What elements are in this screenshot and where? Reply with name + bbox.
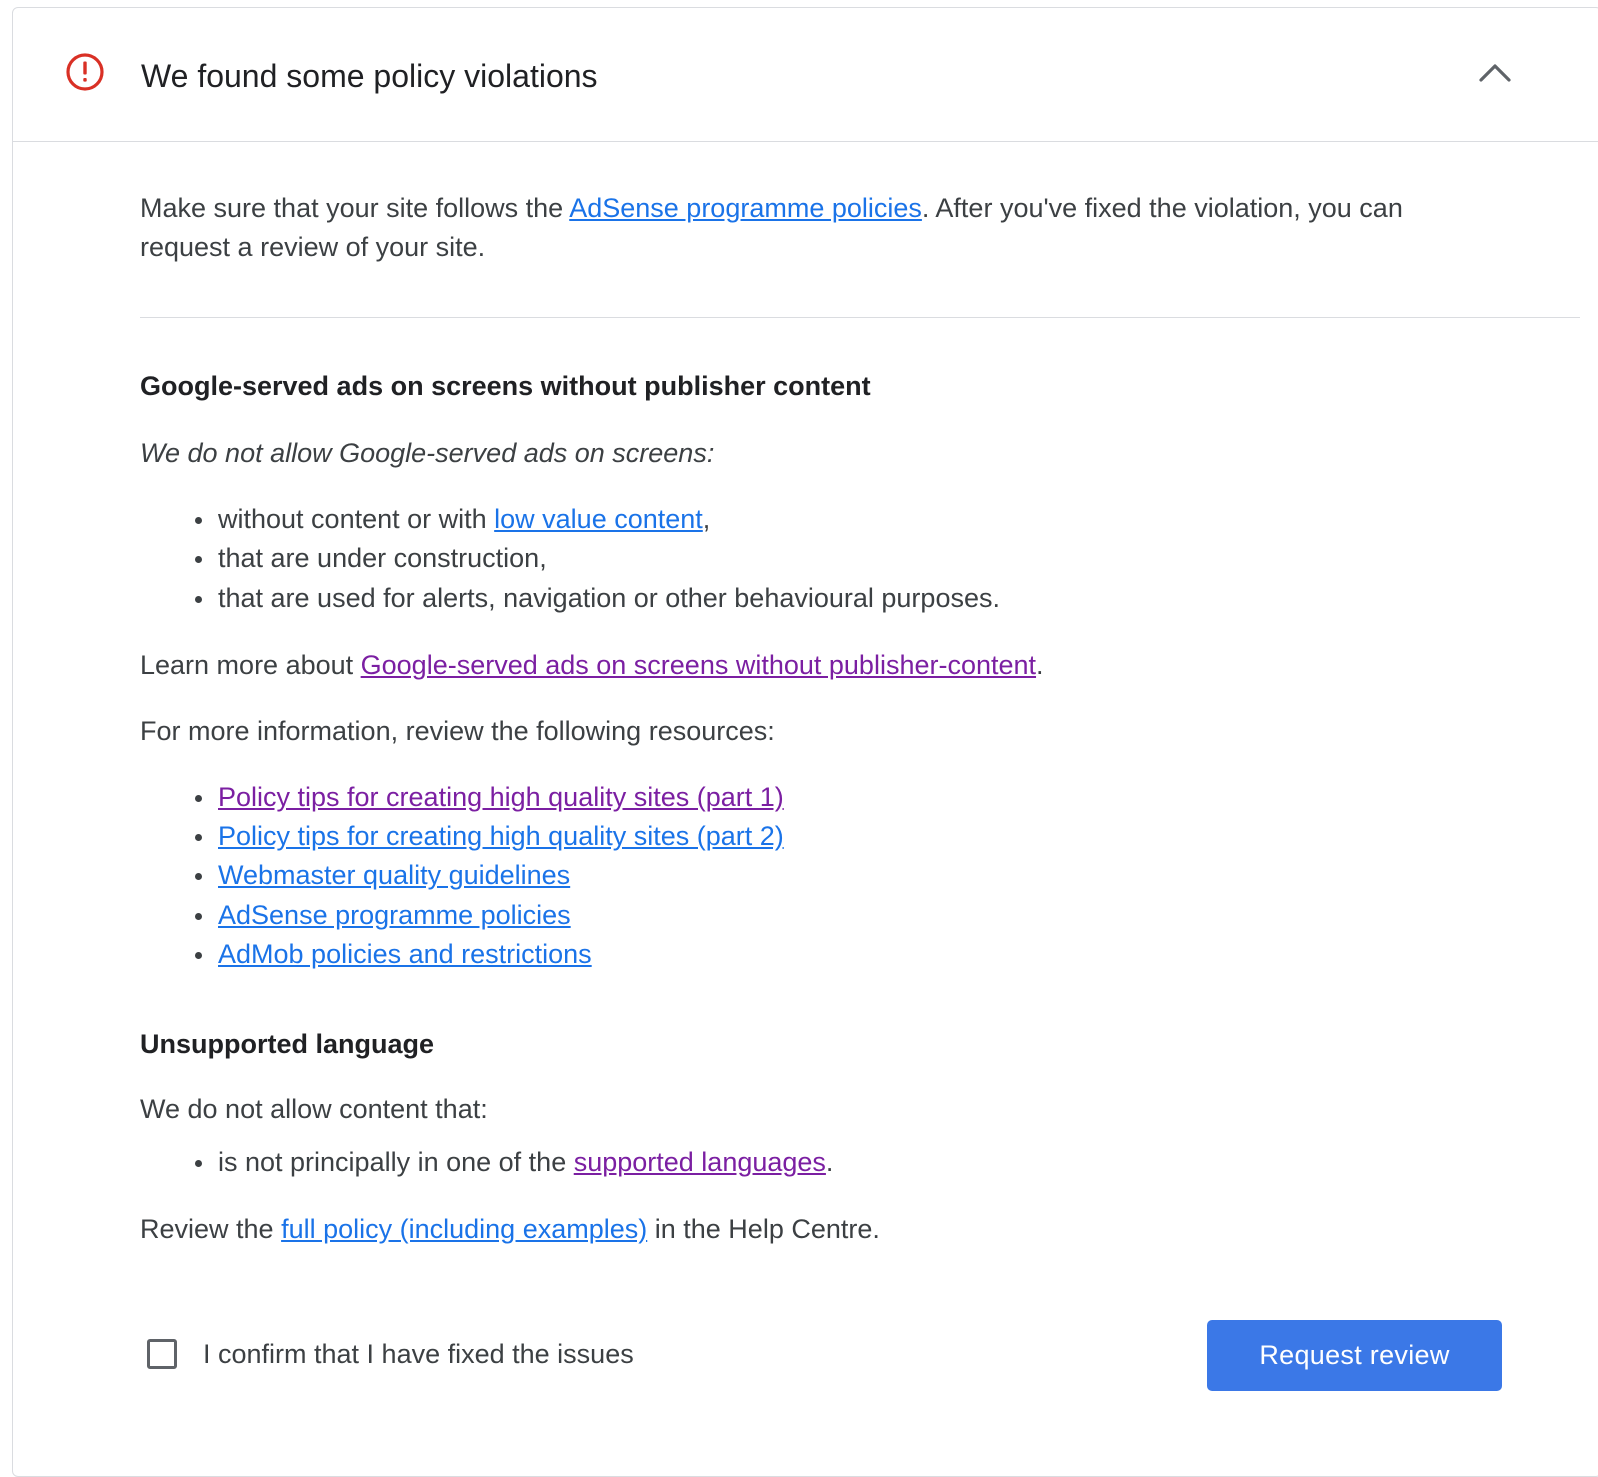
learn-more-text: Learn more about Google-served ads on sc… <box>140 646 1580 685</box>
list-item: AdSense programme policies <box>195 896 1580 935</box>
divider <box>140 317 1580 318</box>
violation-bullet-list: is not principally in one of the support… <box>140 1143 1580 1182</box>
bullet-text: is not principally in one of the <box>218 1147 574 1178</box>
resource-link-quality-part-1[interactable]: Policy tips for creating high quality si… <box>218 782 784 812</box>
violation-lead: We do not allow Google-served ads on scr… <box>140 438 715 468</box>
bullet-text-after: , <box>702 504 711 534</box>
resources-intro: For more information, review the followi… <box>140 715 775 746</box>
violation-title: Google-served ads on screens without pub… <box>140 371 871 401</box>
intro-text: Make sure that your site follows the AdS… <box>140 189 1490 267</box>
resource-link-admob-policies[interactable]: AdMob policies and restrictions <box>218 939 592 969</box>
resources-list: Policy tips for creating high quality si… <box>140 778 1580 974</box>
adsense-policies-link[interactable]: AdSense programme policies <box>569 193 922 223</box>
list-item: that are used for alerts, navigation or … <box>195 579 1580 618</box>
list-item: Policy tips for creating high quality si… <box>195 778 1580 817</box>
review-policy-text: Review the full policy (including exampl… <box>140 1210 1580 1249</box>
panel-title: We found some policy violations <box>141 58 598 94</box>
chevron-up-icon[interactable] <box>1471 52 1519 92</box>
confirm-fixed-label[interactable]: I confirm that I have fixed the issues <box>203 1336 634 1372</box>
low-value-content-link[interactable]: low value content <box>494 504 703 534</box>
bullet-text-after: . <box>825 1147 834 1178</box>
full-policy-link[interactable]: full policy (including examples) <box>281 1214 647 1244</box>
violation-title: Unsupported language <box>140 1029 435 1060</box>
panel-header[interactable]: We found some policy violations <box>13 8 1598 142</box>
list-item: without content or with low value conten… <box>195 500 1580 539</box>
list-item: that are under construction, <box>195 539 1580 578</box>
learn-more-after: . <box>1036 649 1044 680</box>
bullet-text: without content or with <box>218 504 495 534</box>
supported-languages-link[interactable]: supported languages <box>574 1147 826 1177</box>
resource-link-webmaster-guidelines[interactable]: Webmaster quality guidelines <box>218 860 570 890</box>
panel-content: Make sure that your site follows the AdS… <box>140 141 1580 1249</box>
list-item: Webmaster quality guidelines <box>195 856 1580 895</box>
error-icon <box>65 52 105 92</box>
request-review-button[interactable]: Request review <box>1207 1320 1502 1391</box>
intro-text-before: Make sure that your site follows the <box>140 193 570 223</box>
review-before: Review the <box>140 1213 282 1244</box>
panel-footer: I confirm that I have fixed the issues R… <box>13 1320 1598 1392</box>
learn-more-before: Learn more about <box>140 649 361 680</box>
review-after: in the Help Centre. <box>647 1213 880 1244</box>
policy-violations-panel: We found some policy violations Make sur… <box>12 7 1598 1477</box>
list-item: Policy tips for creating high quality si… <box>195 817 1580 856</box>
violation-bullet-list: without content or with low value conten… <box>140 500 1580 618</box>
resource-link-adsense-policies[interactable]: AdSense programme policies <box>218 900 571 930</box>
resource-link-quality-part-2[interactable]: Policy tips for creating high quality si… <box>218 821 784 851</box>
list-item: AdMob policies and restrictions <box>195 935 1580 974</box>
violation-lead: We do not allow content that: <box>140 1094 488 1125</box>
confirm-fixed-checkbox[interactable] <box>147 1339 177 1369</box>
learn-more-link[interactable]: Google-served ads on screens without pub… <box>361 650 1036 680</box>
list-item: is not principally in one of the support… <box>195 1143 1580 1182</box>
